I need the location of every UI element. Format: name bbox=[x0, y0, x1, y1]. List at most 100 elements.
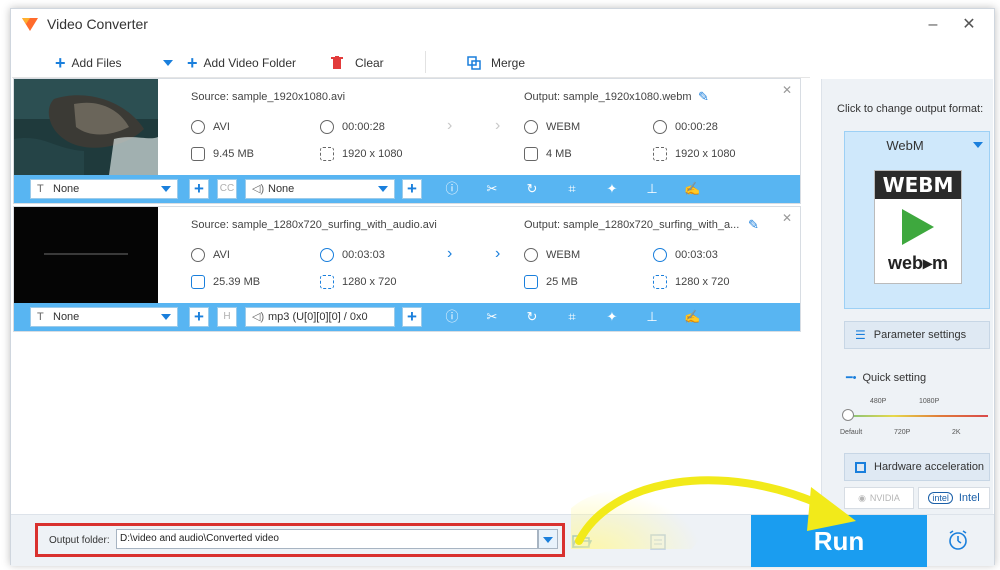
subtitle-edit-icon[interactable]: ✍ bbox=[684, 309, 700, 325]
crop-icon[interactable]: ⌗ bbox=[564, 181, 580, 197]
output-duration: 00:03:03 bbox=[675, 248, 718, 261]
app-logo-icon bbox=[22, 18, 38, 31]
sliders-icon: ☰ bbox=[855, 328, 866, 342]
resolution-icon bbox=[653, 147, 667, 161]
add-folder-button[interactable]: + Add Video Folder bbox=[187, 53, 296, 73]
output-folder-dropdown[interactable] bbox=[538, 529, 558, 549]
effects-icon[interactable]: ✦ bbox=[604, 309, 620, 325]
audio-dropdown[interactable]: ◁) mp3 (U[0][0][0] / 0x0 bbox=[245, 307, 395, 327]
source-size: 25.39 MB bbox=[213, 275, 261, 288]
source-format: AVI bbox=[213, 248, 230, 261]
slider-icon: ━• bbox=[846, 372, 857, 384]
output-format-selector[interactable]: WebM WEBM web▸m bbox=[844, 131, 990, 309]
format-icon bbox=[191, 248, 205, 262]
quality-default-label: Default bbox=[840, 429, 863, 436]
clear-button[interactable]: Clear bbox=[331, 53, 384, 73]
info-icon[interactable]: ⓘ bbox=[444, 309, 460, 325]
file-item[interactable]: Source: sample_1280x720_surfing_with_aud… bbox=[13, 206, 801, 332]
add-subtitle-button[interactable]: + bbox=[189, 179, 209, 199]
quality-slider[interactable] bbox=[846, 415, 988, 417]
clock-icon bbox=[320, 120, 334, 134]
intel-icon: intel bbox=[928, 492, 953, 504]
chip-icon bbox=[855, 461, 866, 473]
edit-icon[interactable]: ✎ bbox=[748, 217, 759, 233]
add-files-label: Add Files bbox=[71, 56, 122, 70]
trash-icon bbox=[331, 56, 343, 69]
rotate-icon[interactable]: ↻ bbox=[524, 309, 540, 325]
hardware-acceleration-button[interactable]: Hardware acceleration bbox=[844, 453, 990, 481]
watermark-icon[interactable]: ⊥ bbox=[644, 309, 660, 325]
quality-720-label: 720P bbox=[894, 429, 911, 436]
watermark-icon[interactable]: ⊥ bbox=[644, 181, 660, 197]
output-format: WEBM bbox=[546, 248, 581, 261]
output-folder-input[interactable]: D:\video and audio\Converted video bbox=[116, 529, 538, 549]
remove-file-button[interactable]: ✕ bbox=[782, 83, 792, 97]
crop-icon[interactable]: ⌗ bbox=[564, 309, 580, 325]
webm-logo-title: WEBM bbox=[875, 171, 961, 199]
folder-open-icon[interactable] bbox=[572, 533, 592, 549]
output-resolution: 1920 x 1080 bbox=[675, 147, 736, 160]
merge-label: Merge bbox=[491, 56, 526, 70]
subtitle-edit-icon[interactable]: ✍ bbox=[684, 181, 700, 197]
quality-slider-handle[interactable] bbox=[842, 409, 854, 421]
audio-value: mp3 (U[0][0][0] / 0x0 bbox=[268, 311, 368, 323]
run-button[interactable]: Run bbox=[751, 515, 927, 567]
nvidia-option[interactable]: ◉ NVIDIA bbox=[844, 487, 914, 509]
resolution-icon bbox=[320, 275, 334, 289]
effects-icon[interactable]: ✦ bbox=[604, 181, 620, 197]
chevron-right-icon: › bbox=[447, 117, 453, 134]
quick-setting: ━• Quick setting bbox=[846, 371, 926, 385]
add-files-button[interactable]: + Add Files bbox=[55, 53, 122, 73]
intel-option[interactable]: intel Intel bbox=[918, 487, 990, 509]
chevron-right-icon: › bbox=[495, 245, 501, 262]
clock-icon bbox=[653, 248, 667, 262]
play-icon bbox=[902, 209, 934, 245]
output-name: Output: sample_1920x1080.webm bbox=[524, 91, 692, 103]
video-thumbnail[interactable] bbox=[14, 207, 158, 303]
add-folder-label: Add Video Folder bbox=[203, 56, 297, 70]
output-settings-panel: Click to change output format: WebM WEBM… bbox=[821, 79, 993, 519]
add-audio-button[interactable]: + bbox=[402, 307, 422, 327]
cc-icon[interactable]: CC bbox=[217, 179, 237, 199]
info-icon[interactable]: ⓘ bbox=[444, 181, 460, 197]
hardsub-icon[interactable]: H bbox=[217, 307, 237, 327]
video-thumbnail[interactable] bbox=[14, 79, 158, 175]
merge-button[interactable]: Merge bbox=[467, 53, 525, 73]
scissors-icon[interactable]: ✂ bbox=[484, 309, 500, 325]
alarm-clock-icon[interactable] bbox=[947, 529, 969, 551]
subtitle-dropdown[interactable]: T None bbox=[30, 307, 178, 327]
schedule-icon[interactable] bbox=[649, 533, 667, 551]
window-title: Video Converter bbox=[47, 16, 148, 32]
close-window-button[interactable]: ✕ bbox=[959, 15, 979, 35]
plus-icon: + bbox=[187, 53, 198, 73]
bottom-bar: Output folder: D:\video and audio\Conver… bbox=[11, 514, 994, 567]
chevron-down-icon bbox=[161, 314, 171, 320]
chevron-right-icon: › bbox=[495, 117, 501, 134]
file-item[interactable]: Source: sample_1920x1080.avi AVI 00:00:2… bbox=[13, 78, 801, 204]
plus-icon: + bbox=[55, 53, 66, 73]
speaker-icon: ◁) bbox=[252, 183, 265, 195]
chevron-down-icon bbox=[161, 186, 171, 192]
scissors-icon[interactable]: ✂ bbox=[484, 181, 500, 197]
add-audio-button[interactable]: + bbox=[402, 179, 422, 199]
add-files-dropdown[interactable] bbox=[163, 53, 173, 73]
edit-icon[interactable]: ✎ bbox=[698, 89, 709, 105]
subtitle-dropdown[interactable]: T None bbox=[30, 179, 178, 199]
rotate-icon[interactable]: ↻ bbox=[524, 181, 540, 197]
source-resolution: 1920 x 1080 bbox=[342, 147, 403, 160]
merge-icon bbox=[467, 56, 481, 70]
clock-icon bbox=[320, 248, 334, 262]
toolbar-divider bbox=[425, 51, 426, 73]
remove-file-button[interactable]: ✕ bbox=[782, 211, 792, 225]
nvidia-label: NVIDIA bbox=[869, 493, 900, 503]
add-subtitle-button[interactable]: + bbox=[189, 307, 209, 327]
output-name: Output: sample_1280x720_surfing_with_a..… bbox=[524, 219, 740, 231]
quality-480-label: 480P bbox=[870, 398, 887, 405]
minimize-button[interactable]: – bbox=[923, 15, 943, 35]
quality-2k-label: 2K bbox=[952, 429, 961, 436]
resolution-icon bbox=[653, 275, 667, 289]
parameter-settings-button[interactable]: ☰ Parameter settings bbox=[844, 321, 990, 349]
audio-dropdown[interactable]: ◁) None bbox=[245, 179, 395, 199]
output-resolution: 1280 x 720 bbox=[675, 275, 730, 288]
webm-logo: WEBM web▸m bbox=[874, 170, 962, 284]
